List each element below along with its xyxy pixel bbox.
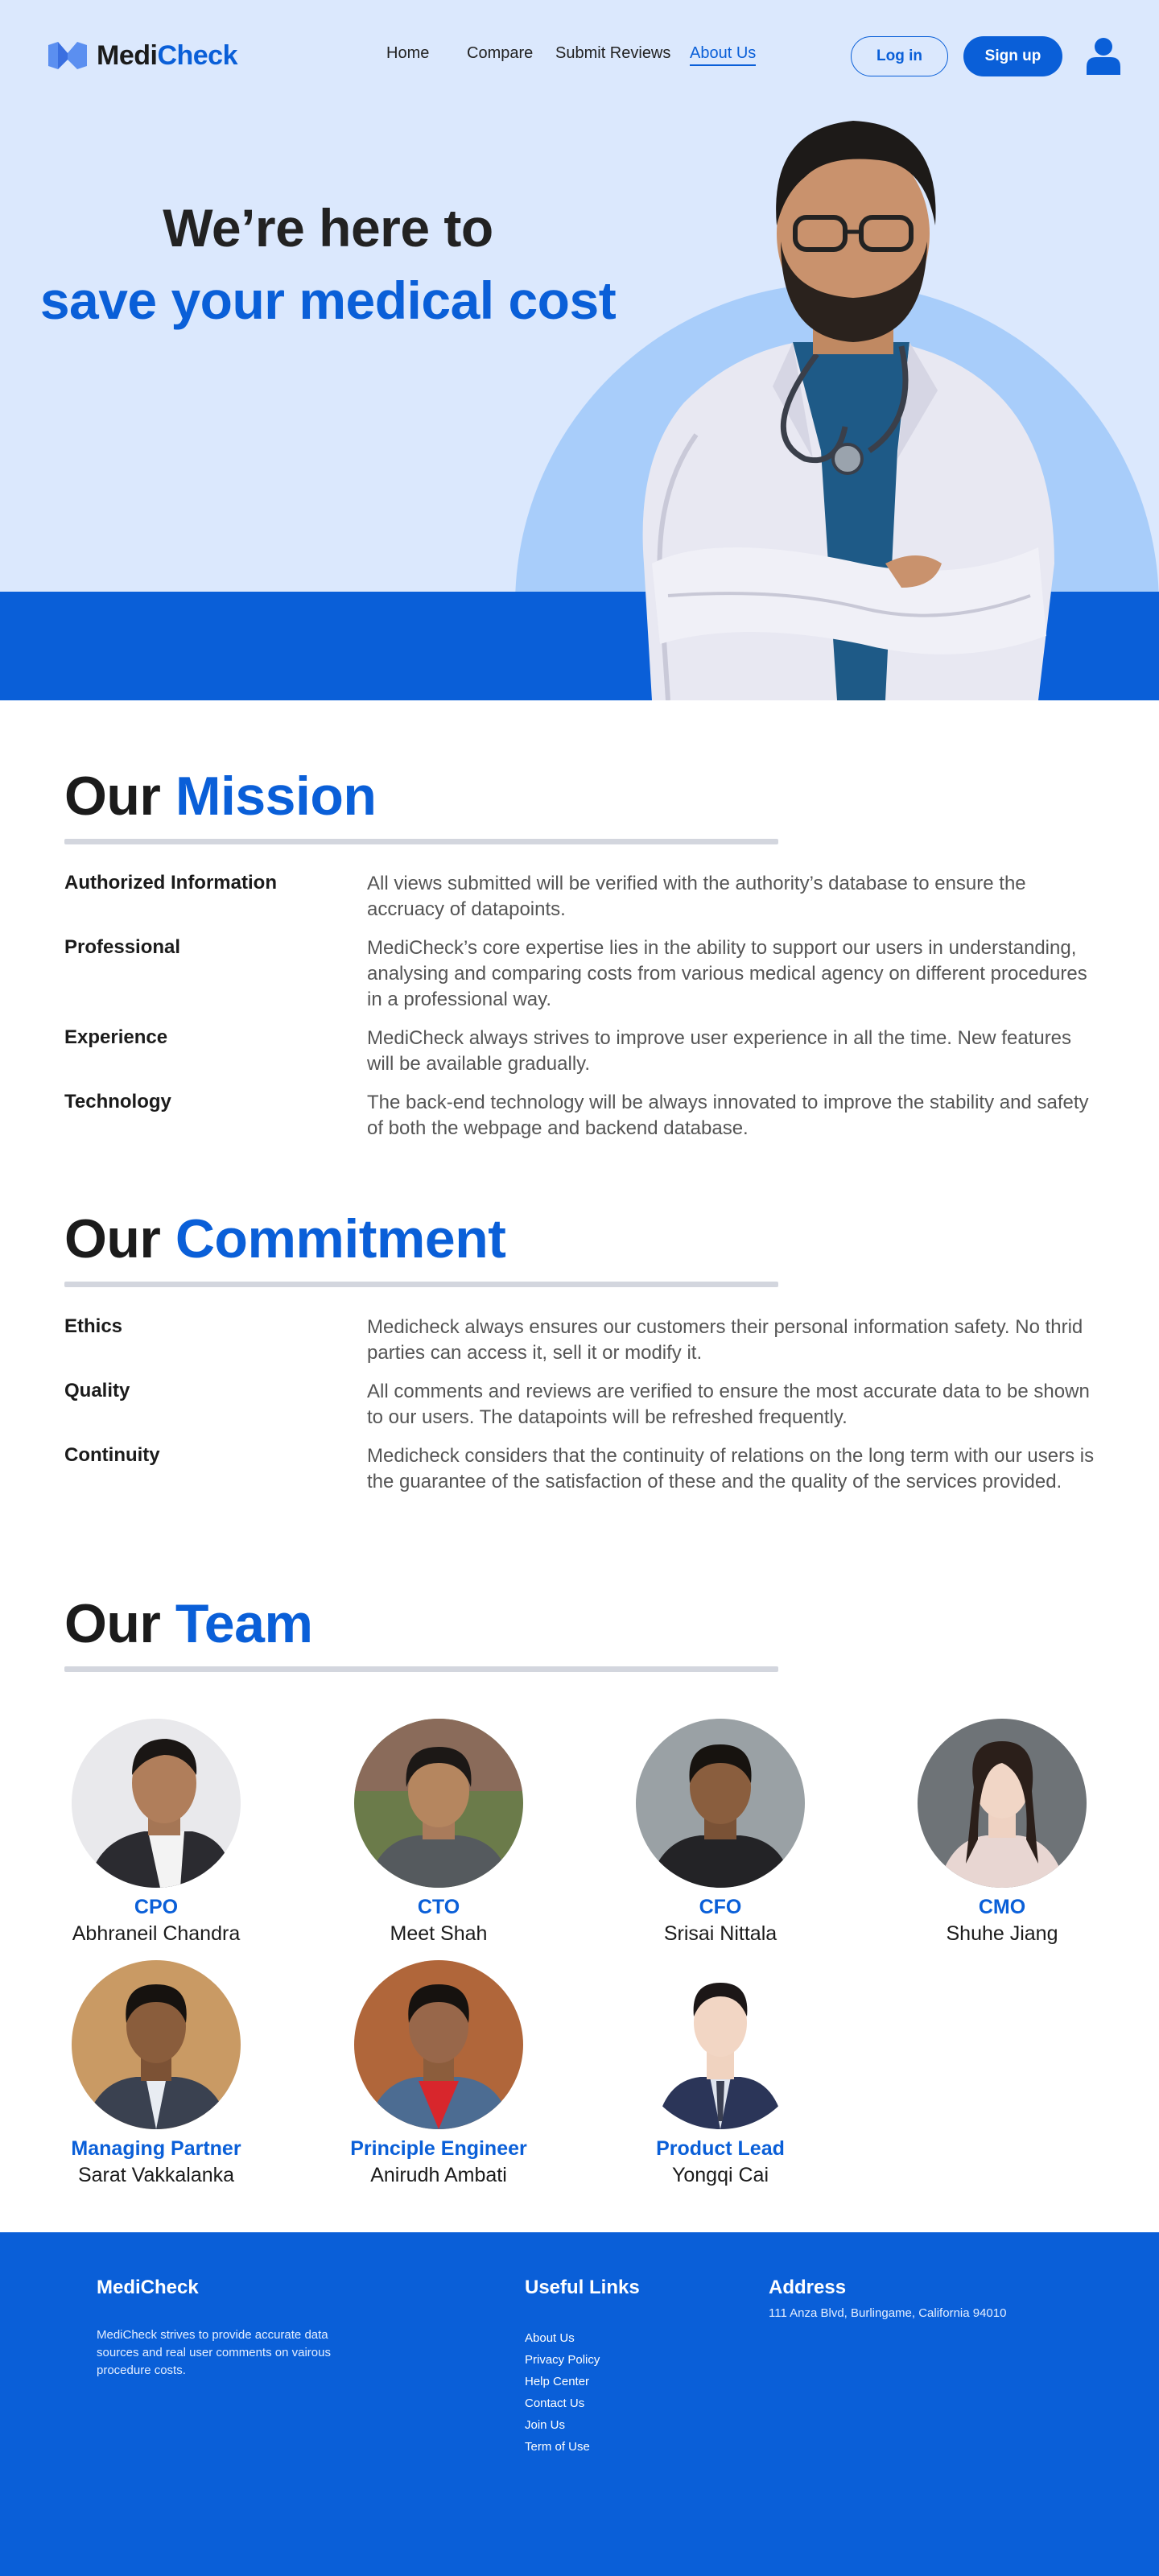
mission-text-authorized: All views submitted will be verified wit… — [367, 873, 1026, 920]
team-member-card: CMO Shuhe Jiang — [897, 1719, 1107, 1946]
mission-label-technology: Technology — [64, 1091, 171, 1113]
footer-link-contact-us[interactable]: Contact Us — [525, 2392, 600, 2414]
commitment-text-continuity: Medicheck considers that the continuity … — [367, 1445, 1095, 1492]
commitment-text-quality: All comments and reviews are verified to… — [367, 1381, 1090, 1428]
member-photo — [354, 1960, 523, 2129]
mission-text-experience: MediCheck always strives to improve user… — [367, 1027, 1072, 1075]
nav-link-submit-reviews[interactable]: Submit Reviews — [555, 44, 670, 63]
member-photo-art — [88, 1739, 233, 1888]
user-icon[interactable] — [1087, 38, 1120, 75]
footer-links-list: About Us Privacy Policy Help Center Cont… — [525, 2327, 600, 2458]
team-member-card: CPO Abhraneil Chandra — [52, 1719, 261, 1946]
logo-text: MediCheck — [97, 40, 238, 72]
team-member-card: Product Lead Yongqi Cai — [616, 1960, 825, 2187]
team-title-part1: Our — [64, 1593, 161, 1654]
footer-address-title: Address — [769, 2277, 847, 2298]
member-role: Managing Partner — [71, 2137, 241, 2160]
team-member-card: CFO Srisai Nittala — [616, 1719, 825, 1946]
mission-title-part2: Mission — [175, 766, 377, 827]
footer: MediCheck MediCheck strives to provide a… — [0, 2232, 1159, 2576]
mission-label-experience: Experience — [64, 1026, 168, 1048]
team-member-card: Managing Partner Sarat Vakkalanka — [52, 1960, 261, 2187]
member-name: Anirudh Ambati — [370, 2164, 507, 2186]
footer-address: 111 Anza Blvd, Burlingame, California 94… — [769, 2306, 1007, 2320]
member-photo — [636, 1719, 805, 1888]
commitment-title: Our Commitment — [64, 1208, 506, 1270]
logo[interactable]: MediCheck — [47, 40, 238, 72]
member-photo-art — [938, 1741, 1066, 1888]
footer-link-join-us[interactable]: Join Us — [525, 2414, 600, 2436]
mission-text-professional: MediCheck’s core expertise lies in the a… — [367, 937, 1087, 1010]
team-member-card: CTO Meet Shah — [334, 1719, 543, 1946]
team-title-part2: Team — [175, 1593, 313, 1654]
member-role: CFO — [699, 1896, 742, 1918]
commitment-title-part1: Our — [64, 1208, 161, 1269]
team-member-card: Principle Engineer Anirudh Ambati — [334, 1960, 543, 2187]
member-name: Shuhe Jiang — [946, 1922, 1058, 1945]
member-name: Abhraneil Chandra — [72, 1922, 241, 1945]
member-role: Product Lead — [656, 2137, 785, 2160]
member-photo — [72, 1719, 241, 1888]
member-name: Sarat Vakkalanka — [77, 2164, 235, 2186]
nav-link-compare[interactable]: Compare — [467, 44, 533, 63]
member-name: Meet Shah — [390, 1922, 488, 1945]
signup-button[interactable]: Sign up — [963, 36, 1062, 76]
commitment-label-continuity: Continuity — [64, 1444, 160, 1466]
member-photo — [918, 1719, 1087, 1888]
member-role: CPO — [134, 1896, 179, 1918]
member-role: CTO — [417, 1896, 460, 1918]
login-button[interactable]: Log in — [851, 36, 948, 76]
footer-link-help-center[interactable]: Help Center — [525, 2371, 600, 2392]
nav-link-about-us[interactable]: About Us — [690, 44, 757, 66]
member-role: CMO — [978, 1896, 1026, 1918]
footer-link-privacy-policy[interactable]: Privacy Policy — [525, 2349, 600, 2371]
member-photo — [636, 1960, 805, 2129]
logo-text-part2: Check — [157, 40, 238, 71]
mission-label-professional: Professional — [64, 936, 181, 958]
member-name: Yongqi Cai — [671, 2164, 769, 2186]
team-divider — [64, 1666, 778, 1672]
hero-section: We’re here to save your medical cost Med… — [0, 0, 1159, 700]
member-photo-art — [656, 1983, 785, 2129]
commitment-label-quality: Quality — [64, 1380, 130, 1402]
hero-heading-line2: save your medical cost — [39, 270, 617, 330]
member-photo-art — [648, 1744, 793, 1888]
footer-link-term-of-use[interactable]: Term of Use — [525, 2436, 600, 2458]
nav-link-home[interactable]: Home — [386, 44, 429, 63]
member-role: Principle Engineer — [350, 2137, 527, 2160]
commitment-title-part2: Commitment — [175, 1208, 506, 1269]
top-nav: MediCheck Home Compare Submit Reviews Ab… — [0, 0, 1159, 113]
member-photo-art — [366, 1984, 511, 2129]
member-photo-art — [354, 1719, 523, 1888]
mission-title-part1: Our — [64, 766, 161, 827]
team-title: Our Team — [64, 1592, 313, 1655]
footer-links-title: Useful Links — [525, 2277, 640, 2298]
member-name: Srisai Nittala — [663, 1922, 777, 1945]
mission-divider — [64, 839, 778, 844]
mission-label-authorized: Authorized Information — [64, 872, 277, 894]
member-photo — [354, 1719, 523, 1888]
member-photo-art — [84, 1984, 229, 2129]
footer-link-about-us[interactable]: About Us — [525, 2327, 600, 2349]
doctor-illustration — [642, 121, 1054, 700]
commitment-label-ethics: Ethics — [64, 1315, 123, 1337]
mission-text-technology: The back-end technology will be always i… — [367, 1092, 1089, 1139]
footer-description: MediCheck strives to provide accurate da… — [97, 2328, 331, 2377]
logo-text-part1: Medi — [97, 40, 158, 71]
logo-icon — [48, 41, 87, 69]
hero-heading-line1: We’re here to — [163, 198, 493, 258]
mission-title: Our Mission — [64, 765, 377, 828]
footer-brand: MediCheck — [97, 2277, 199, 2298]
commitment-text-ethics: Medicheck always ensures our customers t… — [367, 1316, 1083, 1364]
member-photo — [72, 1960, 241, 2129]
commitment-divider — [64, 1282, 778, 1287]
